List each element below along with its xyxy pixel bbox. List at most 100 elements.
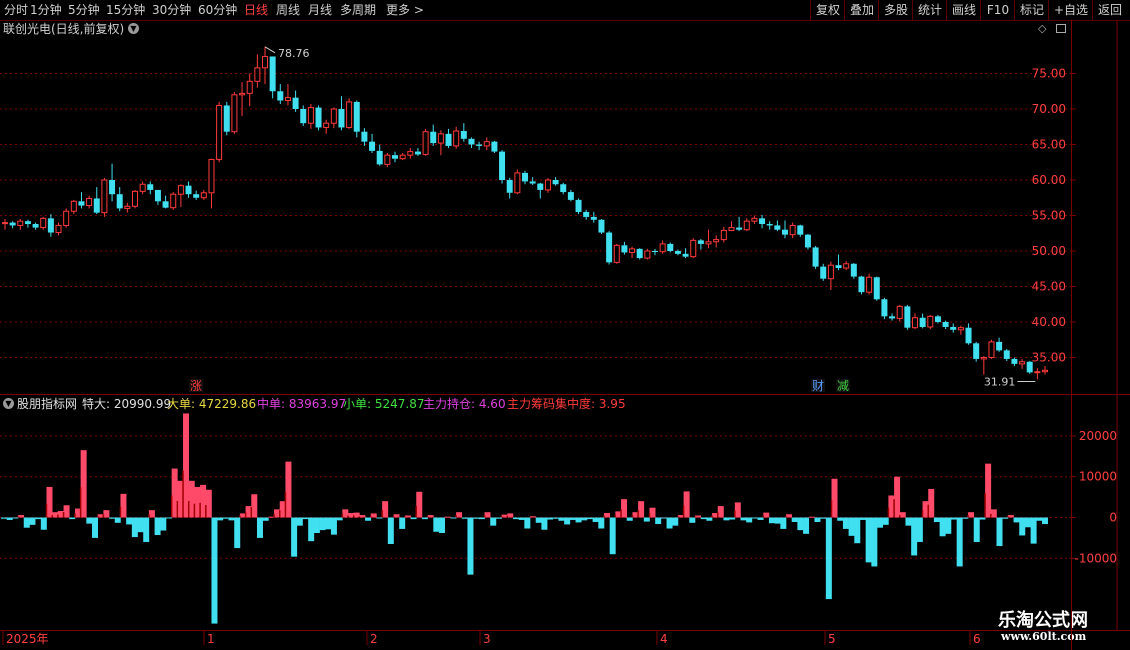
candle-body	[407, 151, 414, 156]
indicator-bar	[63, 505, 70, 518]
indicator-bar	[962, 517, 969, 519]
indicator-bar	[251, 494, 258, 518]
indicator-bar	[433, 517, 440, 532]
indicator-bar	[564, 517, 571, 525]
candle-body	[537, 183, 544, 190]
candle-body	[843, 263, 850, 269]
indicator-bar	[109, 517, 116, 519]
candle-body	[889, 316, 896, 319]
candle-body	[820, 266, 827, 279]
candle-body	[32, 224, 39, 228]
indicator-bar	[35, 517, 42, 520]
indicator-bar	[700, 517, 707, 520]
candle-body	[193, 194, 200, 198]
indicator-bar	[444, 516, 451, 518]
indicator-bar	[114, 517, 121, 523]
candle-body	[376, 150, 383, 165]
indicator-bar	[899, 512, 906, 518]
indicator-bar	[786, 514, 793, 518]
candle-body	[1042, 369, 1048, 373]
candle-body	[973, 343, 980, 359]
indicator-bar	[1030, 517, 1037, 544]
indicator-tick-label-1: 10000	[1079, 470, 1117, 484]
indicator-bar	[217, 517, 224, 521]
candle-body	[223, 105, 230, 132]
candle-body	[751, 217, 758, 222]
candle-body	[583, 211, 590, 217]
indicator-bar	[1, 517, 7, 519]
candle-body	[613, 244, 620, 263]
candle-body	[284, 97, 291, 101]
indicator-bar	[450, 517, 457, 519]
indicator-bar	[262, 517, 269, 521]
indicator-bar	[370, 513, 377, 518]
indicator-bar	[12, 517, 19, 519]
candle-body	[47, 218, 54, 233]
indicator-bar	[757, 517, 764, 520]
candle-body	[850, 263, 857, 277]
candle-body	[736, 227, 743, 230]
candle-body	[216, 104, 223, 160]
indicator-bar	[905, 517, 912, 526]
candle-body	[965, 327, 972, 344]
indicator-bar	[29, 517, 36, 525]
candle-body	[460, 131, 467, 139]
indicator-bar	[330, 517, 337, 535]
indicator-bar	[296, 517, 303, 526]
indicator-bar	[376, 517, 383, 519]
indicator-bar	[996, 517, 1003, 547]
indicator-bar	[154, 517, 161, 536]
candle-body	[147, 184, 154, 190]
indicator-bar	[945, 517, 952, 534]
high-marker-line	[264, 46, 276, 54]
candle-body	[200, 192, 207, 199]
indicator-bar	[46, 486, 53, 518]
indicator-bar	[131, 517, 138, 538]
candle-body	[162, 201, 169, 208]
indicator-bar	[575, 517, 582, 523]
candle-body	[728, 227, 735, 231]
indicator-bar	[399, 517, 406, 529]
indicator-bar	[86, 517, 93, 524]
candle-body	[980, 357, 987, 360]
indicator-bar	[1036, 517, 1043, 521]
candle-body	[116, 194, 123, 209]
candle-body	[177, 185, 184, 195]
candle-body	[674, 251, 681, 254]
candle-body	[812, 247, 819, 267]
indicator-bar	[80, 450, 87, 518]
indicator-bar	[308, 517, 315, 542]
time-label-1: 1	[207, 632, 215, 646]
candle-body	[353, 101, 360, 132]
candle-body	[759, 218, 766, 225]
indicator-bar	[621, 499, 628, 518]
indicator-bar	[285, 461, 292, 518]
indicator-bar	[165, 517, 172, 519]
candle-body	[690, 239, 697, 258]
candle-body	[957, 327, 964, 331]
candle-body	[384, 154, 391, 165]
price-tick-label-2: 65.00	[1032, 138, 1066, 152]
candle-body	[835, 265, 842, 269]
candle-body	[697, 240, 704, 244]
indicator-bar	[842, 517, 849, 529]
indicator-bar	[774, 517, 781, 524]
indicator-bar	[325, 517, 332, 530]
indicator-bar	[507, 513, 514, 518]
indicator-bar	[666, 517, 673, 529]
indicator-bar	[877, 517, 884, 528]
indicator-bar	[92, 517, 99, 538]
candle-body	[988, 341, 995, 359]
indicator-bar	[780, 517, 787, 529]
indicator-bar	[291, 517, 298, 557]
indicator-bar	[228, 517, 235, 521]
indicator-bar	[831, 478, 838, 518]
candle-body	[567, 192, 574, 200]
indicator-bar	[512, 517, 519, 520]
indicator-bar	[541, 517, 548, 530]
indicator-bar	[40, 517, 47, 530]
indicator-bar	[222, 517, 229, 519]
price-tick-label-8: 35.00	[1032, 351, 1066, 365]
indicator-bar	[791, 517, 798, 522]
candle-body	[307, 107, 314, 124]
